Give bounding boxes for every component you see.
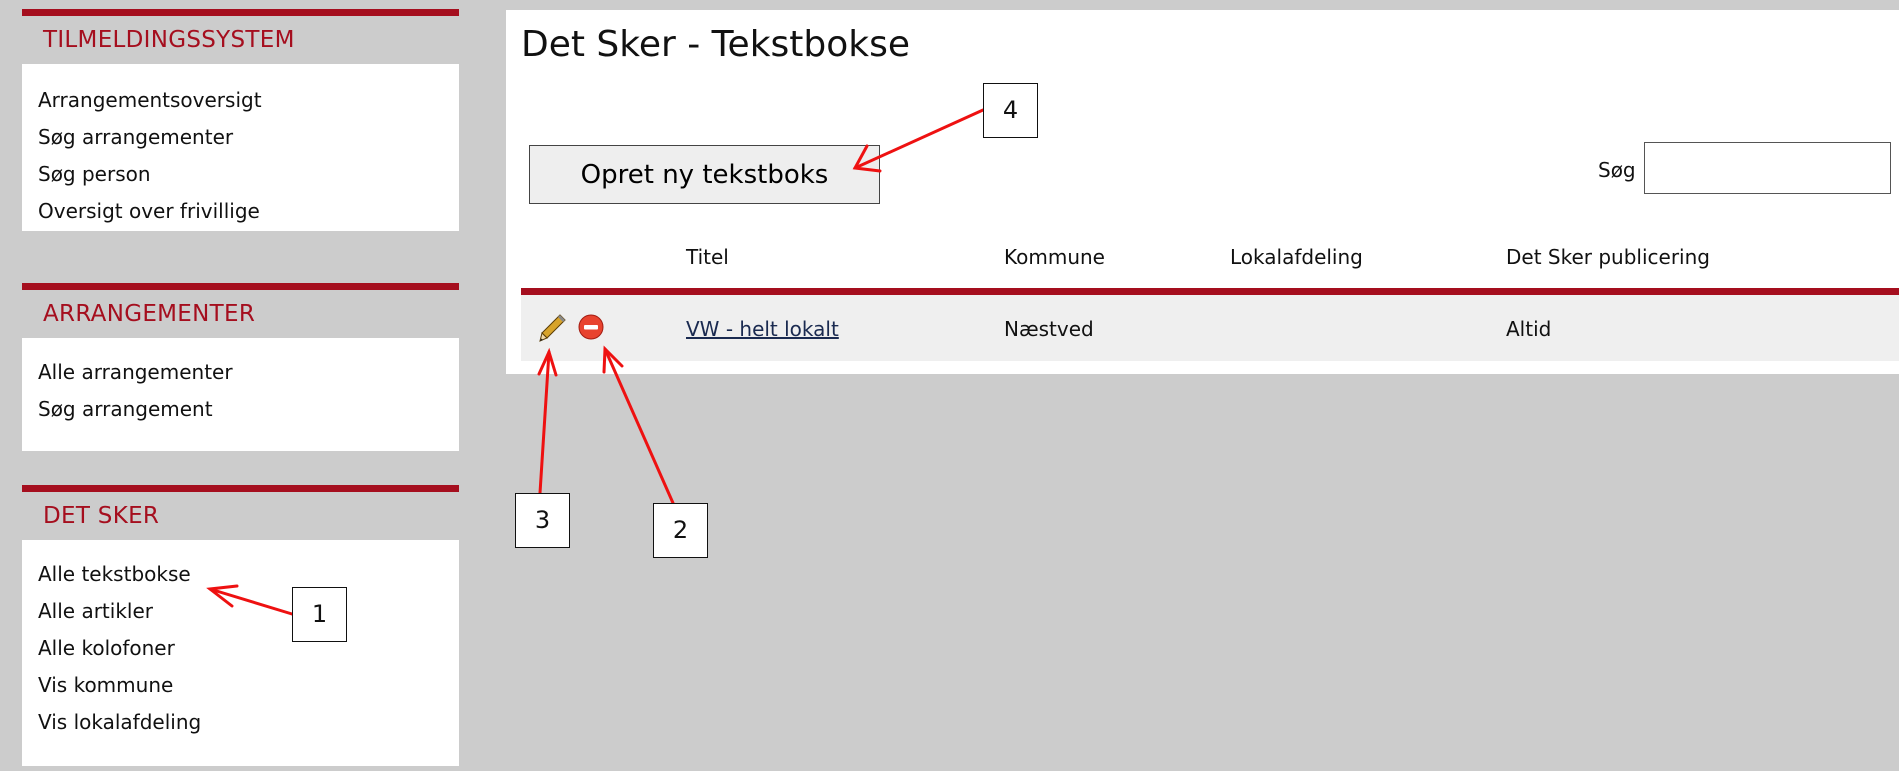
section-top-bar [22,283,459,290]
delete-icon[interactable] [578,314,604,344]
sidebar-item-soeg-arrangement[interactable]: Søg arrangement [38,391,443,428]
section-top-bar [22,9,459,16]
page-title: Det Sker - Tekstbokse [521,24,911,65]
section-body: Alle tekstbokse Alle artikler Alle kolof… [22,540,459,766]
cell-kommune: Næstved [1004,317,1094,341]
column-header-titel[interactable]: Titel [686,245,729,269]
callout-4: 4 [983,83,1038,138]
sidebar-item-alle-kolofoner[interactable]: Alle kolofoner [38,630,443,667]
section-top-bar [22,485,459,492]
sidebar-section-det-sker: DET SKER Alle tekstbokse Alle artikler A… [22,485,459,766]
main-content: Det Sker - Tekstbokse Opret ny tekstboks… [506,10,1899,374]
column-header-lokalafdeling[interactable]: Lokalafdeling [1230,245,1363,269]
sidebar-item-vis-kommune[interactable]: Vis kommune [38,667,443,704]
callout-3: 3 [515,493,570,548]
column-header-publicering[interactable]: Det Sker publicering [1506,245,1710,269]
pencil-icon[interactable] [538,313,566,347]
section-heading: TILMELDINGSSYSTEM [43,27,295,53]
cell-publicering: Altid [1506,317,1552,341]
sidebar-item-alle-artikler[interactable]: Alle artikler [38,593,443,630]
sidebar-section-tilmeldingssystem: TILMELDINGSSYSTEM Arrangementsoversigt S… [22,9,459,231]
section-heading: DET SKER [43,503,160,529]
sidebar-item-alle-tekstbokse[interactable]: Alle tekstbokse [38,556,443,593]
sidebar-item-alle-arrangementer[interactable]: Alle arrangementer [38,354,443,391]
callout-1: 1 [292,587,347,642]
sidebar-item-soeg-person[interactable]: Søg person [38,156,443,193]
sidebar-item-vis-lokalafdeling[interactable]: Vis lokalafdeling [38,704,443,741]
search-label: Søg [1598,158,1636,182]
section-heading: ARRANGEMENTER [43,301,256,327]
table-header-divider [521,288,1899,295]
callout-2: 2 [653,503,708,558]
sidebar-item-arrangementsoversigt[interactable]: Arrangementsoversigt [38,82,443,119]
sidebar-item-soeg-arrangementer[interactable]: Søg arrangementer [38,119,443,156]
sidebar-section-arrangementer: ARRANGEMENTER Alle arrangementer Søg arr… [22,283,459,451]
sidebar-item-oversigt-frivillige[interactable]: Oversigt over frivillige [38,193,443,230]
textbox-title-link[interactable]: VW - helt lokalt [686,317,839,341]
section-body: Alle arrangementer Søg arrangement [22,338,459,451]
column-header-kommune[interactable]: Kommune [1004,245,1105,269]
table-row: VW - helt lokalt Næstved Altid [521,295,1899,361]
search-input[interactable] [1644,142,1891,194]
create-textbox-button[interactable]: Opret ny tekstboks [529,145,880,204]
section-body: Arrangementsoversigt Søg arrangementer S… [22,64,459,231]
